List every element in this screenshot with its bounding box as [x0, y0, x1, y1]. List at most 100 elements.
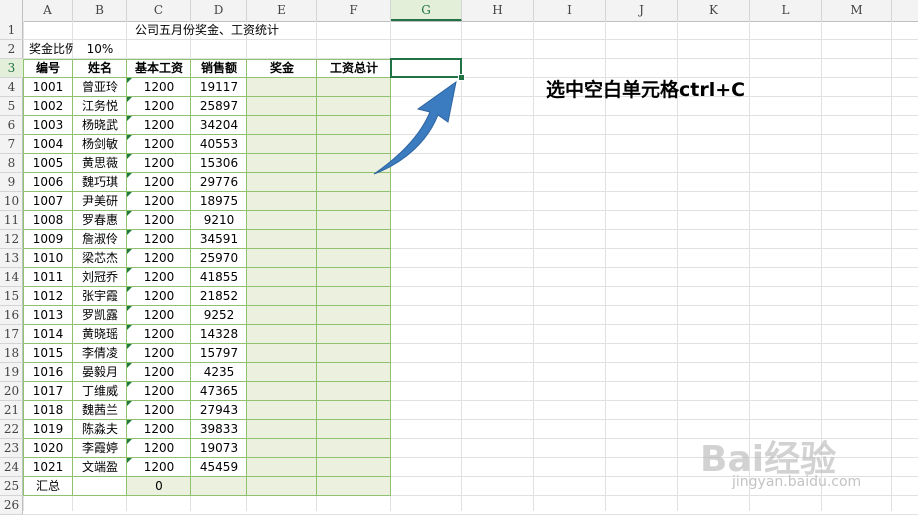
header-1[interactable]: 姓名 [73, 59, 127, 78]
base-salary-cell[interactable]: 1200 [127, 230, 191, 249]
row-header-6[interactable]: 6 [0, 116, 23, 135]
id-cell[interactable]: 1015 [23, 344, 73, 363]
id-cell[interactable]: 1010 [23, 249, 73, 268]
sales-cell[interactable]: 15797 [191, 344, 247, 363]
id-cell[interactable]: 1021 [23, 458, 73, 477]
sales-cell[interactable]: 39833 [191, 420, 247, 439]
total-label[interactable]: 汇总 [23, 477, 73, 496]
header-3[interactable]: 销售额 [191, 59, 247, 78]
sales-cell[interactable]: 47365 [191, 382, 247, 401]
header-4[interactable]: 奖金 [247, 59, 317, 78]
column-header-f[interactable]: F [317, 0, 391, 21]
base-salary-cell[interactable]: 1200 [127, 268, 191, 287]
column-header-d[interactable]: D [191, 0, 247, 21]
column-header-b[interactable]: B [73, 0, 127, 21]
id-cell[interactable]: 1006 [23, 173, 73, 192]
column-header-g[interactable]: G [391, 0, 462, 21]
base-salary-cell[interactable]: 1200 [127, 363, 191, 382]
selected-cell-g3[interactable] [390, 58, 462, 78]
name-cell[interactable]: 梁芯杰 [73, 249, 127, 268]
name-cell[interactable]: 李霞婷 [73, 439, 127, 458]
column-header-m[interactable]: M [822, 0, 892, 21]
name-cell[interactable]: 尹美研 [73, 192, 127, 211]
row-header-5[interactable]: 5 [0, 97, 23, 116]
row-header-7[interactable]: 7 [0, 135, 23, 154]
sales-cell[interactable]: 19117 [191, 78, 247, 97]
id-cell[interactable]: 1014 [23, 325, 73, 344]
id-cell[interactable]: 1008 [23, 211, 73, 230]
name-cell[interactable]: 黄晓瑶 [73, 325, 127, 344]
name-cell[interactable]: 杨剑敏 [73, 135, 127, 154]
row-header-24[interactable]: 24 [0, 458, 23, 477]
base-salary-cell[interactable]: 1200 [127, 382, 191, 401]
column-header-h[interactable]: H [462, 0, 534, 21]
header-2[interactable]: 基本工资 [127, 59, 191, 78]
column-header-j[interactable]: J [606, 0, 678, 21]
row-header-19[interactable]: 19 [0, 363, 23, 382]
column-header-k[interactable]: K [678, 0, 750, 21]
sales-cell[interactable]: 45459 [191, 458, 247, 477]
id-cell[interactable]: 1003 [23, 116, 73, 135]
id-cell[interactable]: 1001 [23, 78, 73, 97]
base-salary-cell[interactable]: 1200 [127, 211, 191, 230]
column-header-a[interactable]: A [23, 0, 73, 21]
sales-cell[interactable]: 25897 [191, 97, 247, 116]
id-cell[interactable]: 1011 [23, 268, 73, 287]
name-cell[interactable]: 晏毅月 [73, 363, 127, 382]
row-header-17[interactable]: 17 [0, 325, 23, 344]
row-header-4[interactable]: 4 [0, 78, 23, 97]
row-header-10[interactable]: 10 [0, 192, 23, 211]
base-salary-cell[interactable]: 1200 [127, 325, 191, 344]
sales-cell[interactable]: 14328 [191, 325, 247, 344]
id-cell[interactable]: 1018 [23, 401, 73, 420]
sales-cell[interactable]: 4235 [191, 363, 247, 382]
name-cell[interactable]: 陈淼夫 [73, 420, 127, 439]
id-cell[interactable]: 1020 [23, 439, 73, 458]
name-cell[interactable]: 曾亚玲 [73, 78, 127, 97]
row-header-2[interactable]: 2 [0, 40, 23, 59]
base-salary-cell[interactable]: 1200 [127, 249, 191, 268]
name-cell[interactable]: 魏巧琪 [73, 173, 127, 192]
row-header-16[interactable]: 16 [0, 306, 23, 325]
base-salary-cell[interactable]: 1200 [127, 420, 191, 439]
row-header-22[interactable]: 22 [0, 420, 23, 439]
name-cell[interactable]: 江务悦 [73, 97, 127, 116]
base-salary-cell[interactable]: 1200 [127, 116, 191, 135]
base-salary-cell[interactable]: 1200 [127, 173, 191, 192]
sales-cell[interactable]: 41855 [191, 268, 247, 287]
id-cell[interactable]: 1016 [23, 363, 73, 382]
row-header-18[interactable]: 18 [0, 344, 23, 363]
sales-cell[interactable]: 19073 [191, 439, 247, 458]
name-cell[interactable]: 罗春惠 [73, 211, 127, 230]
sales-cell[interactable]: 25970 [191, 249, 247, 268]
row-header-3[interactable]: 3 [0, 59, 23, 78]
id-cell[interactable]: 1019 [23, 420, 73, 439]
row-header-11[interactable]: 11 [0, 211, 23, 230]
id-cell[interactable]: 1009 [23, 230, 73, 249]
name-cell[interactable]: 杨晓武 [73, 116, 127, 135]
sales-cell[interactable]: 29776 [191, 173, 247, 192]
name-cell[interactable]: 李倩凌 [73, 344, 127, 363]
row-header-26[interactable]: 26 [0, 496, 23, 515]
id-cell[interactable]: 1002 [23, 97, 73, 116]
base-salary-cell[interactable]: 1200 [127, 344, 191, 363]
sales-cell[interactable]: 34591 [191, 230, 247, 249]
id-cell[interactable]: 1012 [23, 287, 73, 306]
row-header-9[interactable]: 9 [0, 173, 23, 192]
row-header-20[interactable]: 20 [0, 382, 23, 401]
name-cell[interactable]: 刘冠乔 [73, 268, 127, 287]
sales-cell[interactable]: 34204 [191, 116, 247, 135]
name-cell[interactable]: 黄思薇 [73, 154, 127, 173]
sales-cell[interactable]: 18975 [191, 192, 247, 211]
base-salary-cell[interactable]: 1200 [127, 97, 191, 116]
id-cell[interactable]: 1004 [23, 135, 73, 154]
sales-cell[interactable]: 9252 [191, 306, 247, 325]
row-header-13[interactable]: 13 [0, 249, 23, 268]
base-salary-cell[interactable]: 1200 [127, 78, 191, 97]
base-salary-cell[interactable]: 1200 [127, 458, 191, 477]
row-header-14[interactable]: 14 [0, 268, 23, 287]
row-header-23[interactable]: 23 [0, 439, 23, 458]
total-value[interactable]: 0 [127, 477, 191, 496]
column-header-i[interactable]: I [534, 0, 606, 21]
row-header-1[interactable]: 1 [0, 21, 23, 40]
